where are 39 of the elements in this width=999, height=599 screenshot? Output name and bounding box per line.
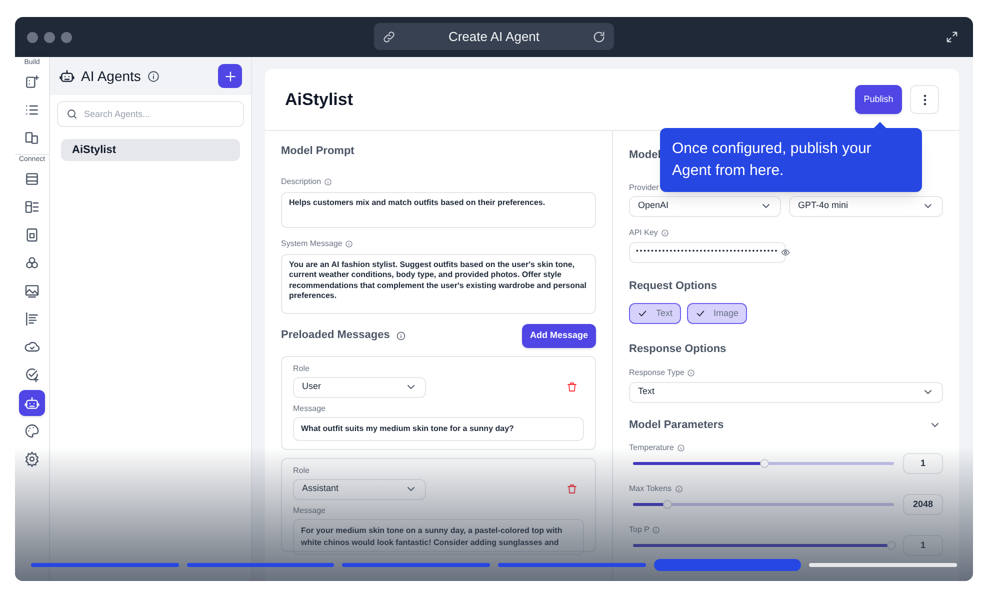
section-heading: Model Prompt: [281, 144, 354, 159]
section-heading: Model Parameters: [629, 418, 724, 432]
message-field[interactable]: What outfit suits my medium skin tone for a sunny day?: [293, 416, 584, 440]
address-bar[interactable]: Create AI Agent: [374, 23, 614, 50]
role-select[interactable]: User: [293, 376, 426, 398]
section-heading: Model: [629, 148, 661, 163]
agent-name: AiStylist: [285, 88, 354, 111]
add-message-button[interactable]: Add Message: [522, 324, 596, 348]
system-message-field[interactable]: You are an AI fashion stylist. Suggest outfits based on the user's skin tone, current weather conditions, body type, and provided photos. Offer style recommendations that complement the user's existing wardrobe and personal preferences.: [281, 254, 596, 314]
description-field[interactable]: Helps customers mix and match outfits based on their preferences.: [281, 192, 596, 228]
provider-select[interactable]: OpenAI: [629, 196, 781, 216]
section-heading: Request Options: [629, 278, 718, 294]
field-label: API Key: [629, 226, 658, 238]
field-label: System Message: [281, 238, 342, 250]
field-label: Message: [293, 402, 326, 414]
field-label: Description: [281, 176, 322, 188]
section-heading: Preloaded Messages: [281, 328, 390, 344]
field-label: Top P: [629, 524, 650, 536]
field-label: Message: [293, 504, 326, 516]
field-label: Max Tokens: [629, 483, 672, 495]
model-select[interactable]: GPT-4o mini: [789, 196, 943, 216]
message-field[interactable]: For your medium skin tone on a sunny day, a pastel-colored top with white chinos would look fantastic! Consider adding sunglasses and: [293, 518, 584, 554]
field-label: Temperature: [629, 442, 674, 454]
number-field[interactable]: 2048: [903, 494, 943, 515]
field-label: Role: [293, 464, 310, 476]
number-field[interactable]: 1: [903, 535, 943, 556]
panel-title: AI Agents: [81, 66, 141, 86]
number-field[interactable]: 1: [903, 453, 943, 474]
field-label: Provider: [629, 182, 659, 194]
role-select[interactable]: Assistant: [293, 478, 426, 500]
window-title: Create AI Agent: [448, 28, 540, 46]
field-label: Role: [293, 362, 310, 374]
section-heading: Response Options: [629, 342, 726, 357]
tooltip: Once configured, publish your Agent from here.: [660, 128, 922, 192]
field-label: Response Type: [629, 366, 684, 378]
response-type-select[interactable]: Text: [629, 382, 943, 402]
agent-list-item[interactable]: AiStylist: [61, 139, 240, 161]
publish-button[interactable]: Publish: [855, 85, 902, 114]
search-field[interactable]: Search Agents...: [57, 101, 244, 127]
